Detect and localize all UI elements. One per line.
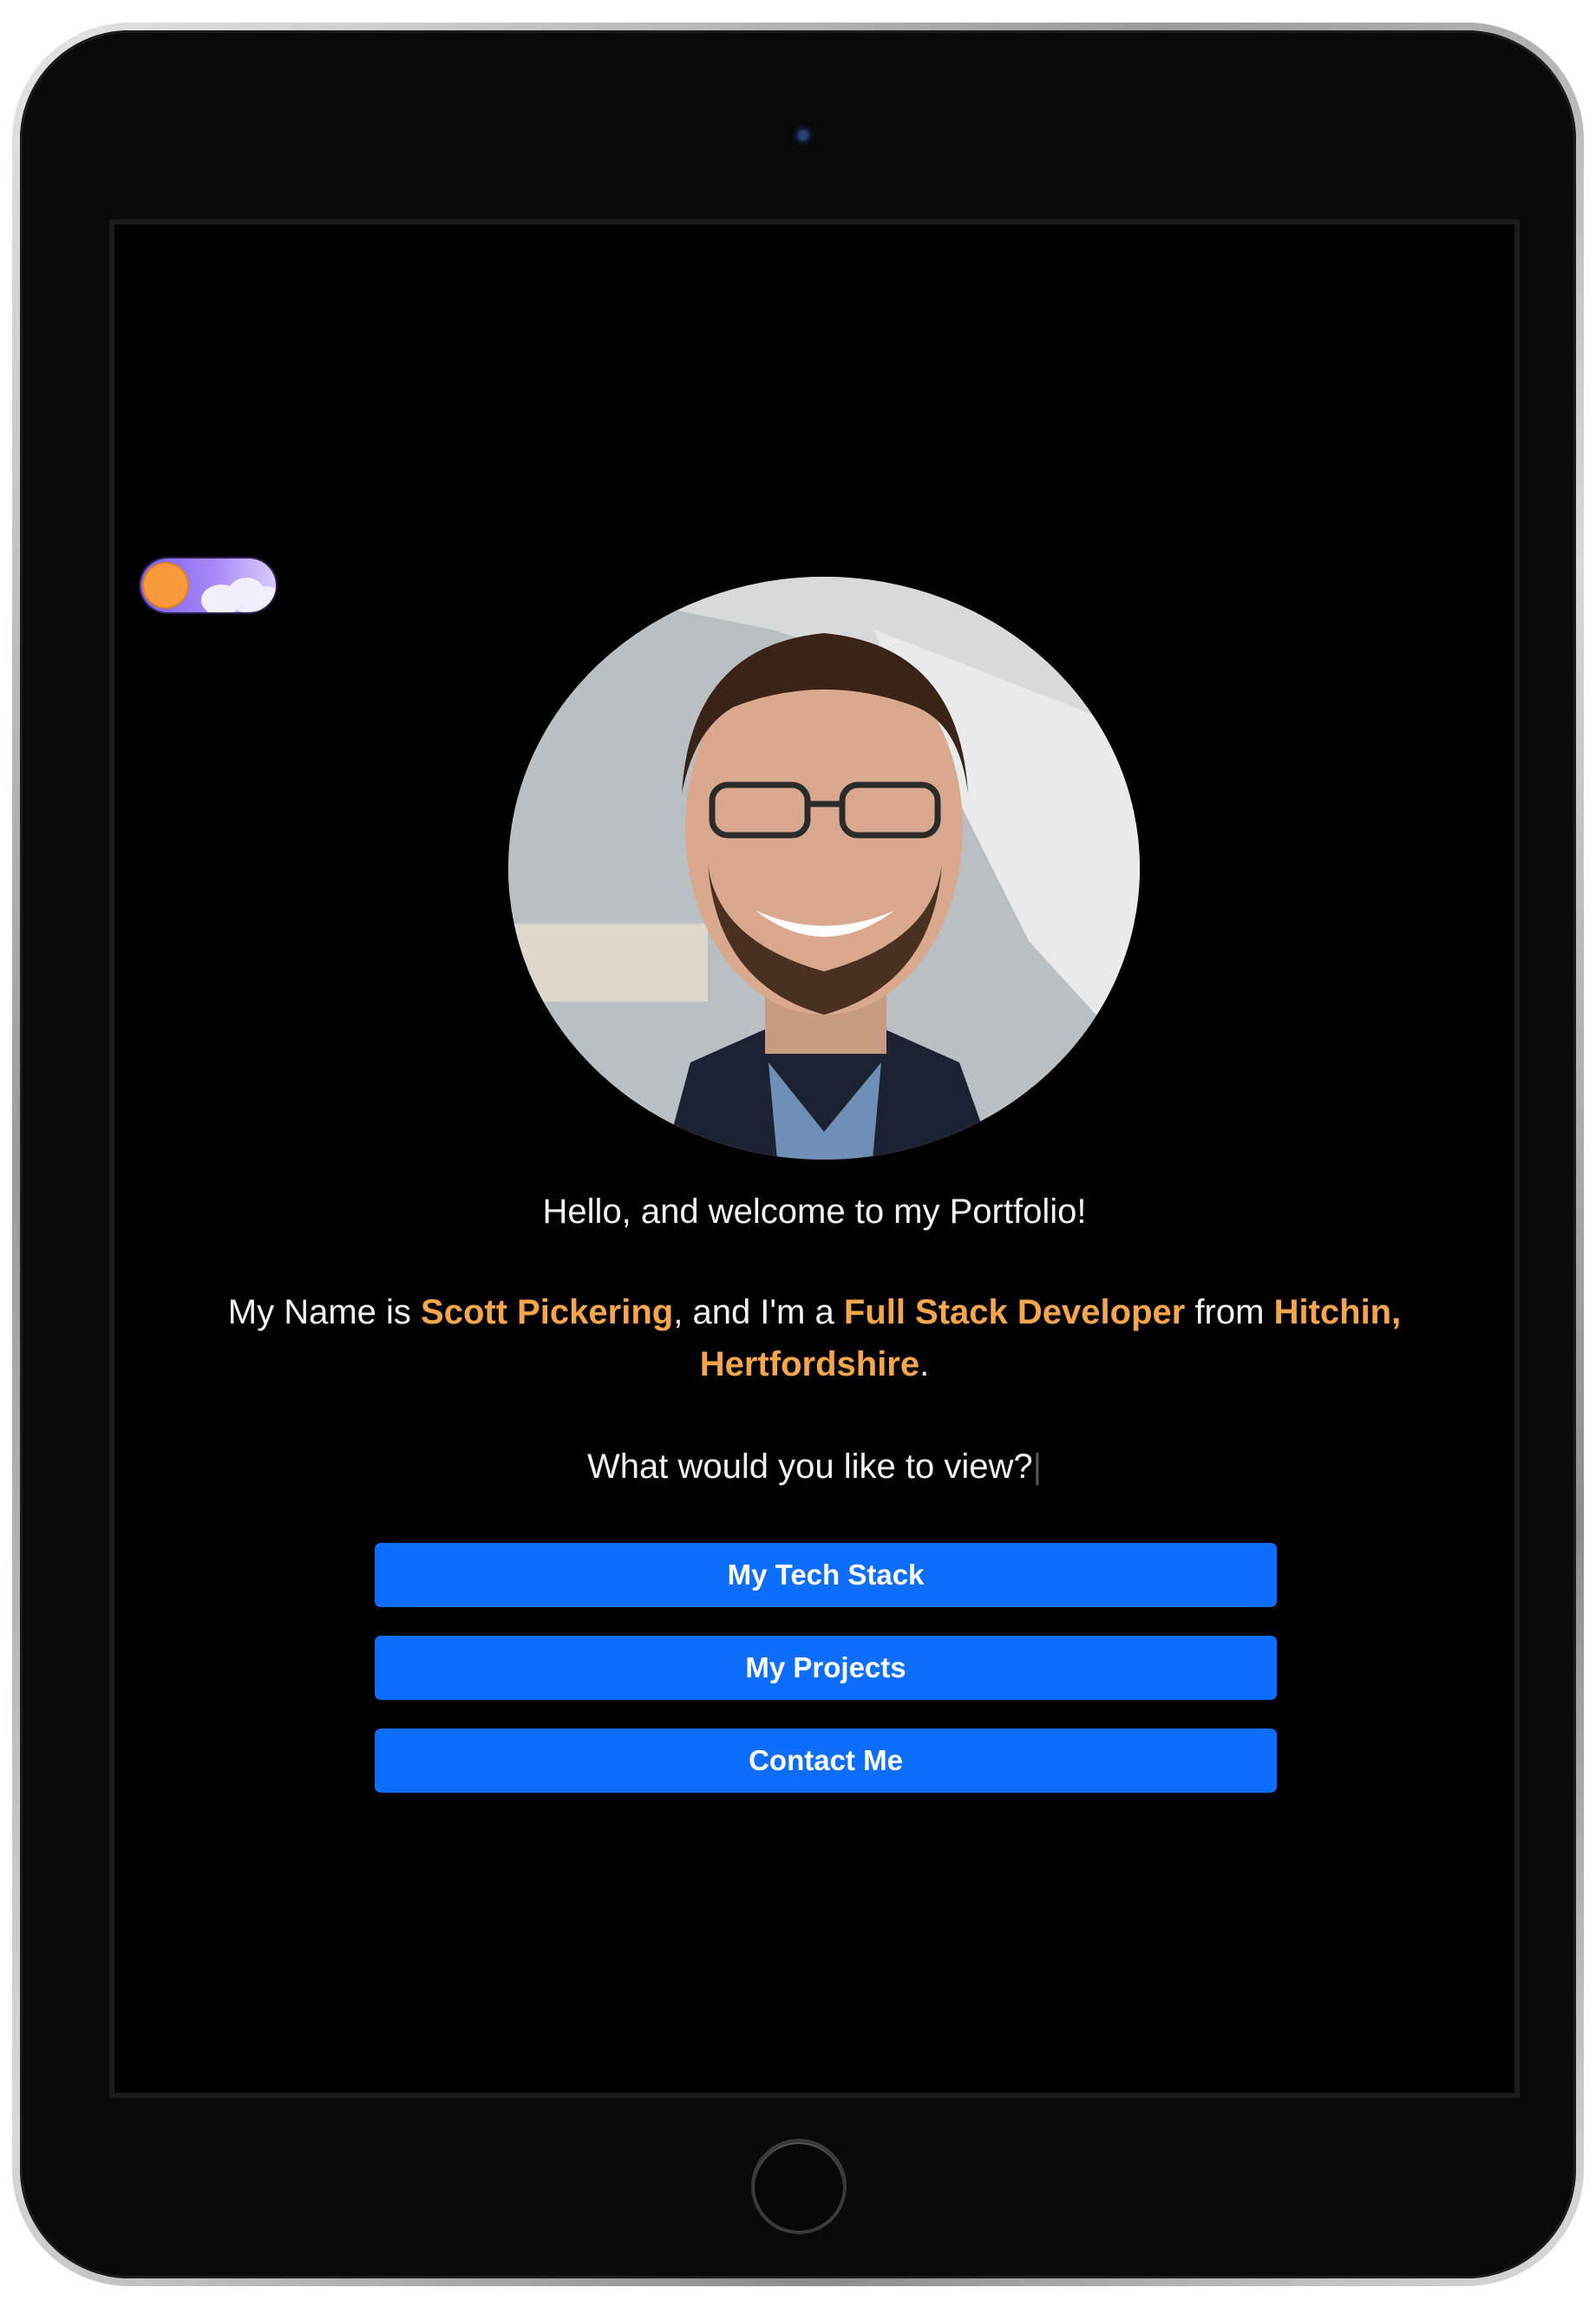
sun-icon <box>144 564 187 607</box>
question-text: What would you like to view? <box>587 1448 1033 1486</box>
screen: Hello, and welcome to my Portfolio! My N… <box>109 219 1520 2098</box>
tablet-frame: Hello, and welcome to my Portfolio! My N… <box>12 23 1584 2286</box>
theme-toggle[interactable] <box>141 559 276 612</box>
intro-prefix: My Name is <box>227 1293 422 1331</box>
welcome-text: Hello, and welcome to my Portfolio! <box>542 1193 1087 1231</box>
intro-text: My Name is Scott Pickering, and I'm a Fu… <box>201 1286 1428 1390</box>
intro-middle-1: , and I'm a <box>673 1293 844 1331</box>
profile-avatar <box>508 577 1140 1160</box>
profile-photo <box>508 577 1140 1160</box>
tech-stack-button[interactable]: My Tech Stack <box>375 1543 1277 1607</box>
developer-name: Scott Pickering <box>421 1293 674 1331</box>
tablet-bezel: Hello, and welcome to my Portfolio! My N… <box>20 30 1576 2278</box>
intro-middle-2: from <box>1185 1293 1274 1331</box>
contact-button[interactable]: Contact Me <box>375 1729 1277 1793</box>
typing-cursor: | <box>1032 1448 1042 1486</box>
cloud-icon <box>249 586 276 612</box>
intro-suffix: . <box>919 1345 930 1383</box>
front-camera <box>790 122 816 148</box>
home-button[interactable] <box>751 2139 847 2234</box>
developer-role: Full Stack Developer <box>843 1293 1186 1331</box>
projects-button[interactable]: My Projects <box>375 1636 1277 1700</box>
view-question: What would you like to view?| <box>114 1441 1514 1493</box>
